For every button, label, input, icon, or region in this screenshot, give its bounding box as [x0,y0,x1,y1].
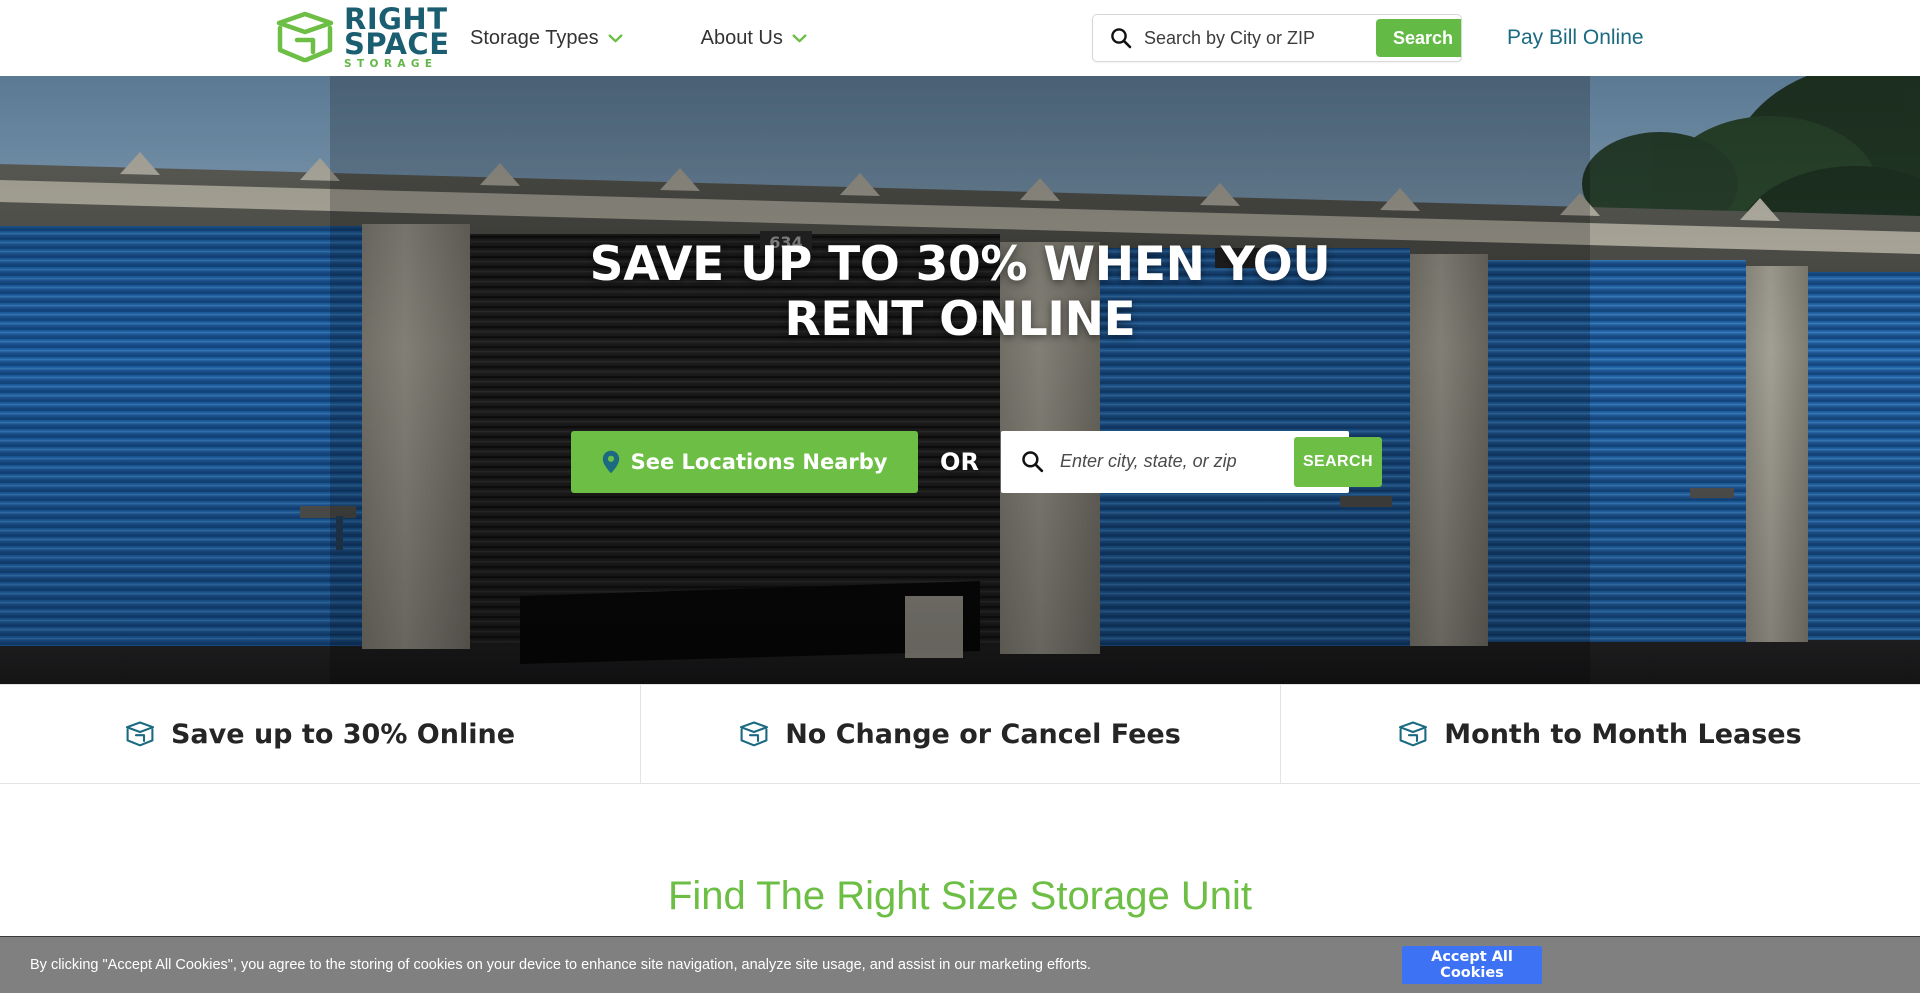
feature-label: Month to Month Leases [1444,718,1802,750]
nav-item-about-us[interactable]: About Us [701,27,807,50]
pay-bill-online-link[interactable]: Pay Bill Online [1507,0,1644,76]
hero-cta-group: See Locations Nearby OR SEARCH [571,430,1382,493]
see-locations-nearby-button[interactable]: See Locations Nearby [571,430,919,493]
hero-search-button[interactable]: SEARCH [1293,436,1382,487]
primary-nav: Storage Types About Us [470,0,885,76]
hero-banner: 634 SAVE UP TO 30% WHEN YOU RENT ONLINE [0,76,1920,684]
search-icon [1111,28,1132,49]
chevron-down-icon [792,33,807,42]
site-header: RIGHT SPACE STORAGE Storage Types About … [0,0,1920,76]
box-icon [740,721,769,747]
accept-all-cookies-button[interactable]: Accept All Cookies [1402,946,1542,984]
nav-item-storage-types[interactable]: Storage Types [470,27,623,50]
logo-line-space: SPACE [344,26,450,61]
hero-or-separator: OR [940,447,979,476]
feature-bar: Save up to 30% Online No Change or Cance… [0,684,1920,784]
hero-headline: SAVE UP TO 30% WHEN YOU RENT ONLINE [589,237,1331,347]
feature-item-save-online: Save up to 30% Online [0,685,640,783]
feature-label: Save up to 30% Online [170,718,516,750]
cookie-consent-text: By clicking "Accept All Cookies", you ag… [30,957,1092,973]
header-search-bar[interactable]: Search [1092,14,1462,62]
header-search-input[interactable] [1132,15,1376,61]
pay-bill-label: Pay Bill Online [1507,26,1644,49]
nav-item-label: Storage Types [470,26,599,49]
search-icon [1022,451,1044,473]
hero-search-bar[interactable]: SEARCH [1000,430,1382,493]
section-title: Find The Right Size Storage Unit [667,874,1252,918]
chevron-down-icon [608,33,623,42]
box-icon [1399,721,1428,747]
cookie-consent-banner: By clicking "Accept All Cookies", you ag… [0,936,1920,993]
logo-line-storage: STORAGE [344,57,438,70]
rightspace-cube-icon [276,11,334,63]
feature-label: No Change or Cancel Fees [785,718,1181,750]
nav-item-label: About Us [700,26,783,49]
feature-item-month-to-month: Month to Month Leases [1280,685,1920,783]
map-pin-icon [602,450,619,474]
logo[interactable]: RIGHT SPACE STORAGE [275,4,450,72]
hero-search-input[interactable] [1043,430,1294,493]
see-locations-nearby-label: See Locations Nearby [630,449,888,474]
box-icon [125,721,155,747]
feature-item-no-fees: No Change or Cancel Fees [640,685,1280,783]
header-search-button[interactable]: Search [1376,19,1461,57]
